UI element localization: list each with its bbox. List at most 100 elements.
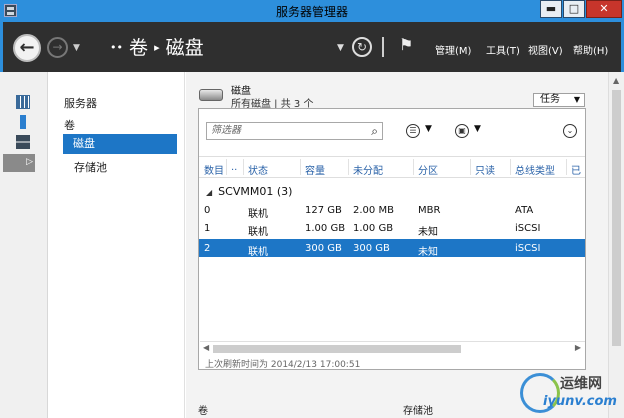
collapse-triangle-icon[interactable]: ◢ [206,188,212,197]
command-bar: ← → ▼ •• 卷 ▸ 磁盘 ▼ ↻ ⚑ 管理(M) 工具(T) 视图(V) … [0,22,624,72]
cell-unallocated: 1.00 GB [353,223,394,234]
filter-input[interactable]: 筛选器 ⌕ [206,122,383,140]
watermark-en-text: iyunv.com [543,394,617,409]
scroll-right-icon[interactable]: ▶ [575,343,581,352]
column-dots[interactable]: .. [231,162,237,173]
table-header: 数目 .. 状态 容量 未分配 分区 只读 总线类型 已 [199,156,585,178]
menu-manage[interactable]: 管理(M) [435,42,471,57]
breadcrumb-volumes[interactable]: 卷 [129,37,148,59]
maximize-button[interactable]: □ [563,0,585,18]
disks-panel: 筛选器 ⌕ ☰ ▼ ▣ ▼ ⌄ 数目 .. 状态 容量 未分配 分区 只读 总线… [198,108,586,370]
watermark-cn-text: 运维网 [560,376,602,392]
volumes-section-title: 卷 [198,406,208,417]
back-arrow-icon[interactable]: ← [13,34,41,62]
nav-item-disks[interactable]: 磁盘 [63,134,177,154]
cell-status: 联机 [248,209,268,220]
column-capacity[interactable]: 容量 [305,162,325,177]
cell-number: 0 [204,205,211,216]
chevron-down-icon: ▼ [573,95,580,104]
table-row[interactable]: 0 联机 127 GB 2.00 MB MBR ATA [199,201,585,220]
menu-tools[interactable]: 工具(T) [486,42,520,57]
breadcrumb-disks: 磁盘 [165,37,204,59]
column-divider [566,159,567,175]
local-server-icon[interactable] [20,115,26,129]
minimize-button[interactable]: ▬ [540,0,562,18]
column-divider [243,159,244,175]
cell-number: 2 [204,243,211,254]
list-options-dropdown-icon[interactable]: ▼ [425,124,432,134]
cell-number: 1 [204,223,211,234]
table-row[interactable]: 1 联机 1.00 GB 1.00 GB 未知 iSCSI [199,219,585,238]
column-divider [226,159,227,175]
cell-capacity: 300 GB [305,243,342,254]
column-partition[interactable]: 分区 [418,162,438,177]
column-divider [470,159,471,175]
refresh-icon[interactable]: ↻ [352,37,372,57]
table-row-selected[interactable]: 2 联机 300 GB 300 GB 未知 iSCSI [199,239,585,258]
save-query-dropdown-icon[interactable]: ▼ [474,124,481,134]
vertical-scrollbar[interactable]: ▲ [608,72,624,418]
server-group-header[interactable]: ◢ SCVMM01 (3) [206,185,292,198]
column-divider [348,159,349,175]
breadcrumb-prefix: •• [110,41,123,54]
cell-bus-type: iSCSI [515,223,541,234]
column-status[interactable]: 状态 [248,162,268,177]
storage-pools-section-title: 存储池 [403,406,433,417]
column-bus-type[interactable]: 总线类型 [515,162,555,177]
tasks-label: 任务 [540,94,560,105]
title-bar: 服务器管理器 ▬ □ ✕ [0,0,624,22]
main-content: 磁盘 所有磁盘 | 共 3 个 任务 ▼ 筛选器 ⌕ ☰ ▼ ▣ ▼ ⌄ 数目 … [186,72,608,418]
nav-item-volumes[interactable]: 卷 [64,117,75,133]
cell-partition: 未知 [418,227,438,238]
left-icon-strip: ▷ [0,72,48,418]
server-group-label: SCVMM01 (3) [218,185,293,198]
close-button[interactable]: ✕ [586,0,622,18]
file-storage-icon[interactable]: ▷ [3,154,35,172]
filter-placeholder: 筛选器 [211,125,241,136]
forward-arrow-icon[interactable]: → [47,37,68,58]
save-query-icon[interactable]: ▣ [455,124,469,138]
navigation-pane: 服务器 卷 磁盘 存储池 [49,72,185,418]
list-options-icon[interactable]: ☰ [406,124,420,138]
horizontal-scrollbar[interactable]: ◀ ▶ [200,341,585,355]
cell-partition: 未知 [418,247,438,258]
scroll-up-icon[interactable]: ▲ [613,76,619,85]
column-divider [510,159,511,175]
tasks-dropdown[interactable]: 任务 ▼ [533,93,585,107]
cell-unallocated: 2.00 MB [353,205,394,216]
nav-item-servers[interactable]: 服务器 [64,95,97,111]
vertical-scroll-thumb[interactable] [612,90,621,346]
menu-help[interactable]: 帮助(H) [573,42,608,57]
nav-item-storage-pools[interactable]: 存储池 [74,159,107,175]
breadcrumb-separator-icon: ▸ [154,41,160,54]
cell-bus-type: iSCSI [515,243,541,254]
expand-chevron-icon[interactable]: ⌄ [563,124,577,138]
column-readonly[interactable]: 只读 [475,162,495,177]
cell-capacity: 127 GB [305,205,342,216]
notifications-flag-icon[interactable]: ⚑ [399,35,413,54]
disk-icon [199,89,223,101]
cell-capacity: 1.00 GB [305,223,346,234]
column-truncated[interactable]: 已 [571,162,581,177]
cell-status: 联机 [248,227,268,238]
cell-partition: MBR [418,205,441,216]
breadcrumb-dropdown-icon[interactable]: ▼ [337,43,344,53]
all-servers-icon[interactable] [16,135,30,149]
dashboard-icon[interactable] [16,95,30,109]
last-refresh-status: 上次刷新时间为 2014/2/13 17:00:51 [205,360,361,370]
expand-arrow-icon: ▷ [26,157,33,167]
scroll-left-icon[interactable]: ◀ [203,343,209,352]
watermark-logo: 运维网 iyunv.com [517,370,622,416]
toolbar-divider [382,37,384,57]
history-dropdown-icon[interactable]: ▼ [73,43,80,53]
menu-view[interactable]: 视图(V) [528,42,563,57]
search-icon[interactable]: ⌕ [371,123,378,139]
column-divider [300,159,301,175]
cell-bus-type: ATA [515,205,534,216]
cell-unallocated: 300 GB [353,243,390,254]
horizontal-scroll-thumb[interactable] [213,345,461,353]
cell-status: 联机 [248,247,268,258]
breadcrumb: •• 卷 ▸ 磁盘 [110,33,204,60]
column-number[interactable]: 数目 [204,162,224,177]
column-unallocated[interactable]: 未分配 [353,162,383,177]
